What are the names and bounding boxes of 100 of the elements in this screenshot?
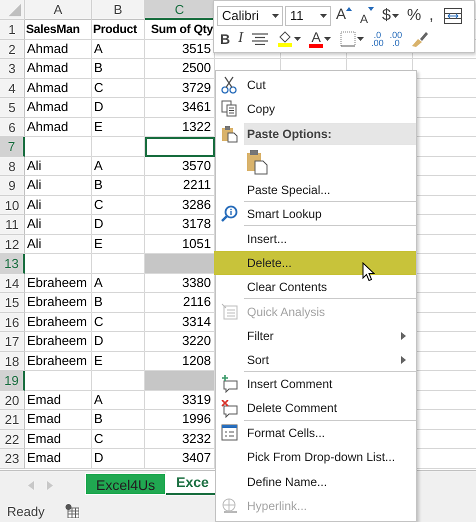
table-cell[interactable]: C — [92, 430, 145, 449]
table-cell[interactable] — [145, 137, 215, 156]
menu-item[interactable]: Define Name... — [244, 470, 416, 494]
table-cell[interactable]: Ali — [25, 156, 92, 176]
table-cell[interactable]: D — [92, 332, 145, 352]
table-cell[interactable]: B — [92, 293, 145, 312]
decrease-decimal-button[interactable]: .00 .0 — [388, 28, 404, 48]
menu-item[interactable]: Sort — [244, 348, 416, 372]
row-header[interactable]: 4 — [0, 78, 25, 98]
percent-button[interactable]: % — [404, 6, 424, 26]
table-cell[interactable]: Emad — [25, 449, 92, 468]
table-cell[interactable]: D — [92, 98, 145, 118]
table-cell[interactable]: A — [92, 156, 145, 176]
sheet-tab[interactable]: Excel4Us — [85, 473, 166, 495]
row-header[interactable]: 6 — [0, 118, 25, 137]
row-header[interactable]: 7 — [0, 137, 25, 156]
table-cell[interactable]: B — [92, 176, 145, 196]
submenu-arrow-icon — [401, 332, 406, 340]
row-header[interactable]: 21 — [0, 410, 25, 430]
row-header[interactable]: 23 — [0, 449, 25, 468]
comment-plus-icon — [221, 375, 239, 394]
menu-item[interactable]: Cut — [244, 73, 416, 98]
row-header[interactable]: 22 — [0, 430, 25, 449]
row-header[interactable]: 16 — [0, 312, 25, 332]
table-cell[interactable]: Emad — [25, 390, 92, 410]
table-cell[interactable]: Ebraheem — [25, 312, 92, 332]
table-cell[interactable]: Ali — [25, 196, 92, 215]
table-cell[interactable]: B — [92, 410, 145, 430]
menu-item[interactable]: Copy — [244, 97, 416, 122]
table-cell[interactable]: Ebraheem — [25, 274, 92, 293]
row-header[interactable]: 11 — [0, 215, 25, 234]
menu-item[interactable]: Pick From Drop-down List... — [244, 445, 416, 470]
row-header[interactable]: 8 — [0, 156, 25, 176]
table-cell[interactable]: Ebraheem — [25, 293, 92, 312]
table-cell[interactable]: 2500 — [145, 59, 215, 78]
menu-item[interactable]: Format Cells... — [244, 421, 416, 445]
bold-button[interactable]: B — [217, 28, 234, 48]
table-cell[interactable]: C — [92, 78, 145, 98]
table-cell[interactable]: Ali — [25, 234, 92, 254]
table-cell[interactable]: D — [92, 449, 145, 468]
table-cell[interactable]: A — [92, 390, 145, 410]
table-cell[interactable]: Ahmad — [25, 118, 92, 137]
row-header[interactable]: 3 — [0, 59, 25, 78]
italic-button[interactable]: I — [235, 28, 246, 48]
row-header[interactable]: 19 — [0, 371, 25, 390]
menu-item[interactable]: Smart Lookup — [244, 202, 416, 226]
row-header[interactable]: 5 — [0, 98, 25, 118]
table-cell[interactable]: A — [92, 40, 145, 59]
row-header[interactable]: 1 — [0, 20, 25, 40]
table-cell[interactable]: D — [92, 215, 145, 234]
table-cell[interactable]: E — [92, 118, 145, 137]
table-cell[interactable]: Ahmad — [25, 98, 92, 118]
caret-icon — [357, 36, 364, 40]
decrease-font-button[interactable]: A — [357, 6, 378, 26]
table-cell[interactable]: B — [92, 59, 145, 78]
menu-item[interactable]: Filter — [244, 324, 416, 348]
table-cell[interactable]: E — [92, 352, 145, 371]
column-header[interactable]: C — [145, 0, 215, 20]
row-header[interactable]: 10 — [0, 196, 25, 215]
increase-font-button[interactable]: A — [333, 6, 356, 26]
row-header[interactable]: 12 — [0, 234, 25, 254]
currency-button[interactable]: $ — [379, 6, 402, 26]
table-cell[interactable]: Ali — [25, 176, 92, 196]
table-cell[interactable]: Ahmad — [25, 78, 92, 98]
table-cell[interactable]: Ebraheem — [25, 352, 92, 371]
font-name-dropdown[interactable]: Calibri — [217, 6, 283, 26]
row-header[interactable]: 20 — [0, 390, 25, 410]
menu-item[interactable]: Delete... — [214, 250, 416, 275]
table-cell[interactable]: A — [92, 274, 145, 293]
table-cell[interactable]: E — [92, 234, 145, 254]
column-header[interactable]: A — [25, 0, 92, 20]
increase-decimal-button[interactable]: .0 .00 — [369, 28, 386, 48]
paint-bucket-icon — [277, 30, 294, 43]
table-cell[interactable]: C — [92, 196, 145, 215]
table-cell[interactable]: Ali — [25, 215, 92, 234]
macro-record-icon — [64, 504, 79, 518]
row-header[interactable]: 18 — [0, 352, 25, 371]
table-cell[interactable]: Product — [92, 20, 145, 40]
row-header[interactable]: 2 — [0, 40, 25, 59]
row-header[interactable]: 9 — [0, 176, 25, 196]
row-header[interactable]: 14 — [0, 274, 25, 293]
row-header[interactable]: 17 — [0, 332, 25, 352]
merge-icon — [442, 6, 463, 24]
menu-item[interactable]: Paste Special... — [244, 178, 416, 202]
caret-icon — [320, 14, 327, 18]
table-cell[interactable]: Ahmad — [25, 59, 92, 78]
table-cell[interactable]: Ahmad — [25, 40, 92, 59]
table-cell[interactable]: Emad — [25, 430, 92, 449]
row-header[interactable]: 13 — [0, 254, 25, 274]
menu-item[interactable]: Delete Comment — [244, 396, 416, 421]
table-cell[interactable]: C — [92, 312, 145, 332]
table-cell[interactable]: Ebraheem — [25, 332, 92, 352]
font-size-dropdown[interactable]: 11 — [285, 6, 331, 26]
table-cell[interactable]: SalesMan — [25, 20, 92, 40]
menu-item[interactable]: Insert... — [244, 226, 416, 251]
paste-button[interactable] — [246, 148, 268, 175]
table-cell[interactable]: Emad — [25, 410, 92, 430]
row-header[interactable]: 15 — [0, 293, 25, 312]
menu-item[interactable]: Insert Comment — [244, 372, 416, 396]
comma-button[interactable]: , — [426, 6, 437, 26]
